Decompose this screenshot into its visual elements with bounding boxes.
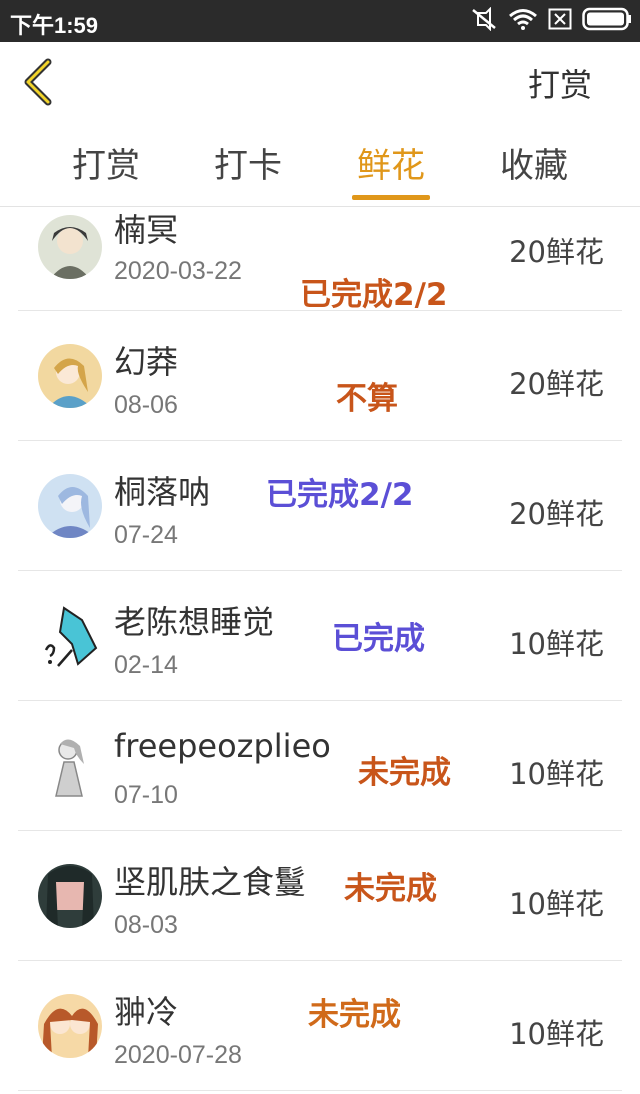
- date: 02-14: [114, 651, 178, 679]
- user-name: 幻莽: [114, 343, 179, 381]
- avatar: [38, 344, 102, 408]
- list-item[interactable]: 桐落呐 07-24 已完成2/2 20鲜花: [18, 441, 622, 571]
- date: 07-10: [114, 781, 178, 809]
- list-item[interactable]: 翀冷 2020-07-28 未完成 10鲜花: [18, 961, 622, 1091]
- list-item[interactable]: 楠冥 2020-03-22 已完成2/2 20鲜花: [18, 207, 622, 313]
- status-note: 未完成: [308, 997, 401, 1033]
- status-time: 下午1:59: [10, 13, 99, 38]
- status-note: 不算: [336, 381, 398, 417]
- list-item[interactable]: freepeozplieo 07-10 未完成 10鲜花: [18, 701, 622, 831]
- avatar: [38, 864, 102, 928]
- tab-favorites[interactable]: 收藏: [474, 138, 594, 187]
- avatar: [38, 474, 102, 538]
- status-note: 已完成2/2: [266, 477, 414, 513]
- tab-active-indicator: [352, 195, 430, 200]
- status-note: 已完成2/2: [300, 277, 448, 313]
- avatar: [38, 734, 102, 798]
- tab-checkin[interactable]: 打卡: [188, 138, 308, 187]
- flower-list: 楠冥 2020-03-22 已完成2/2 20鲜花 幻莽 08-06 不算 20…: [18, 207, 622, 1091]
- avatar: [38, 994, 102, 1058]
- status-note: 已完成: [332, 621, 425, 657]
- flower-amount: 10鲜花: [509, 627, 604, 661]
- flower-amount: 20鲜花: [509, 497, 604, 531]
- app-header: 打赏: [0, 42, 640, 122]
- list-item[interactable]: 幻莽 08-06 不算 20鲜花: [18, 311, 622, 441]
- avatar: [38, 604, 102, 668]
- tab-flowers[interactable]: 鲜花: [331, 138, 451, 187]
- date: 2020-03-22: [114, 257, 242, 285]
- flower-amount: 10鲜花: [509, 887, 604, 921]
- user-name: 楠冥: [114, 211, 179, 249]
- list-item[interactable]: 老陈想睡觉 02-14 已完成 10鲜花: [18, 571, 622, 701]
- tab-bar: 打赏 打卡 鲜花 收藏: [0, 128, 640, 207]
- date: 08-06: [114, 391, 178, 419]
- user-name: 翀冷: [114, 993, 179, 1031]
- date: 08-03: [114, 911, 178, 939]
- date: 07-24: [114, 521, 178, 549]
- chevron-left-icon[interactable]: [14, 56, 64, 108]
- avatar: [38, 215, 102, 279]
- flower-amount: 20鲜花: [509, 235, 604, 269]
- user-name: 老陈想睡觉: [114, 603, 275, 641]
- list-item[interactable]: 坚肌肤之食鬘 08-03 未完成 10鲜花: [18, 831, 622, 961]
- close-box-icon: [548, 8, 572, 34]
- status-bar: 下午1:59: [0, 0, 640, 42]
- flower-amount: 10鲜花: [509, 757, 604, 791]
- battery-icon: [582, 7, 632, 35]
- wifi-icon: [508, 7, 538, 35]
- date: 2020-07-28: [114, 1041, 242, 1069]
- user-name: 坚肌肤之食鬘: [114, 863, 307, 901]
- user-name: freepeozplieo: [114, 727, 331, 765]
- header-reward-button[interactable]: 打赏: [528, 60, 592, 106]
- tab-reward[interactable]: 打赏: [46, 138, 166, 187]
- flower-amount: 10鲜花: [509, 1017, 604, 1051]
- mute-icon: [470, 6, 498, 35]
- status-note: 未完成: [358, 755, 451, 791]
- status-note: 未完成: [344, 871, 437, 907]
- status-icons: [470, 6, 632, 35]
- flower-amount: 20鲜花: [509, 367, 604, 401]
- user-name: 桐落呐: [114, 473, 211, 511]
